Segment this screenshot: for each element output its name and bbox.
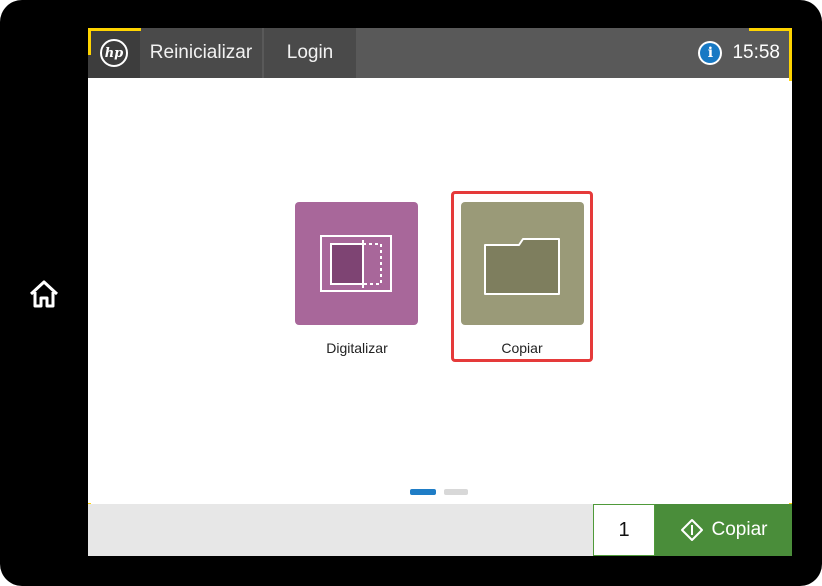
start-copy-label: Copiar: [711, 519, 768, 540]
page-indicator-inactive[interactable]: [444, 489, 468, 495]
home-button[interactable]: [24, 274, 64, 314]
copies-field[interactable]: 1: [593, 504, 655, 556]
home-icon: [29, 280, 59, 308]
info-button[interactable]: i: [698, 41, 723, 65]
reset-button[interactable]: Reinicializar: [140, 28, 262, 78]
start-copy-button[interactable]: Copiar: [655, 504, 792, 556]
printer-device-frame: hp Reinicializar Login i 15:58 Digitaliz…: [0, 0, 822, 586]
corner-marker-top-left: [88, 28, 141, 55]
corner-marker-top-right: [749, 28, 792, 81]
app-tile-digitalizar[interactable]: [295, 202, 418, 325]
top-bar: hp Reinicializar Login i 15:58: [88, 28, 792, 78]
app-label-digitalizar: Digitalizar: [326, 340, 388, 356]
start-icon: [680, 519, 703, 541]
printer-screen: hp Reinicializar Login i 15:58 Digitaliz…: [88, 28, 792, 556]
info-icon: i: [700, 43, 721, 63]
folder-icon: [484, 238, 560, 295]
scan-icon: [320, 235, 392, 292]
app-label-copiar: Copiar: [501, 340, 543, 356]
page-indicator-active[interactable]: [410, 489, 436, 495]
app-tile-copiar[interactable]: [461, 202, 584, 325]
login-button[interactable]: Login: [264, 28, 356, 78]
